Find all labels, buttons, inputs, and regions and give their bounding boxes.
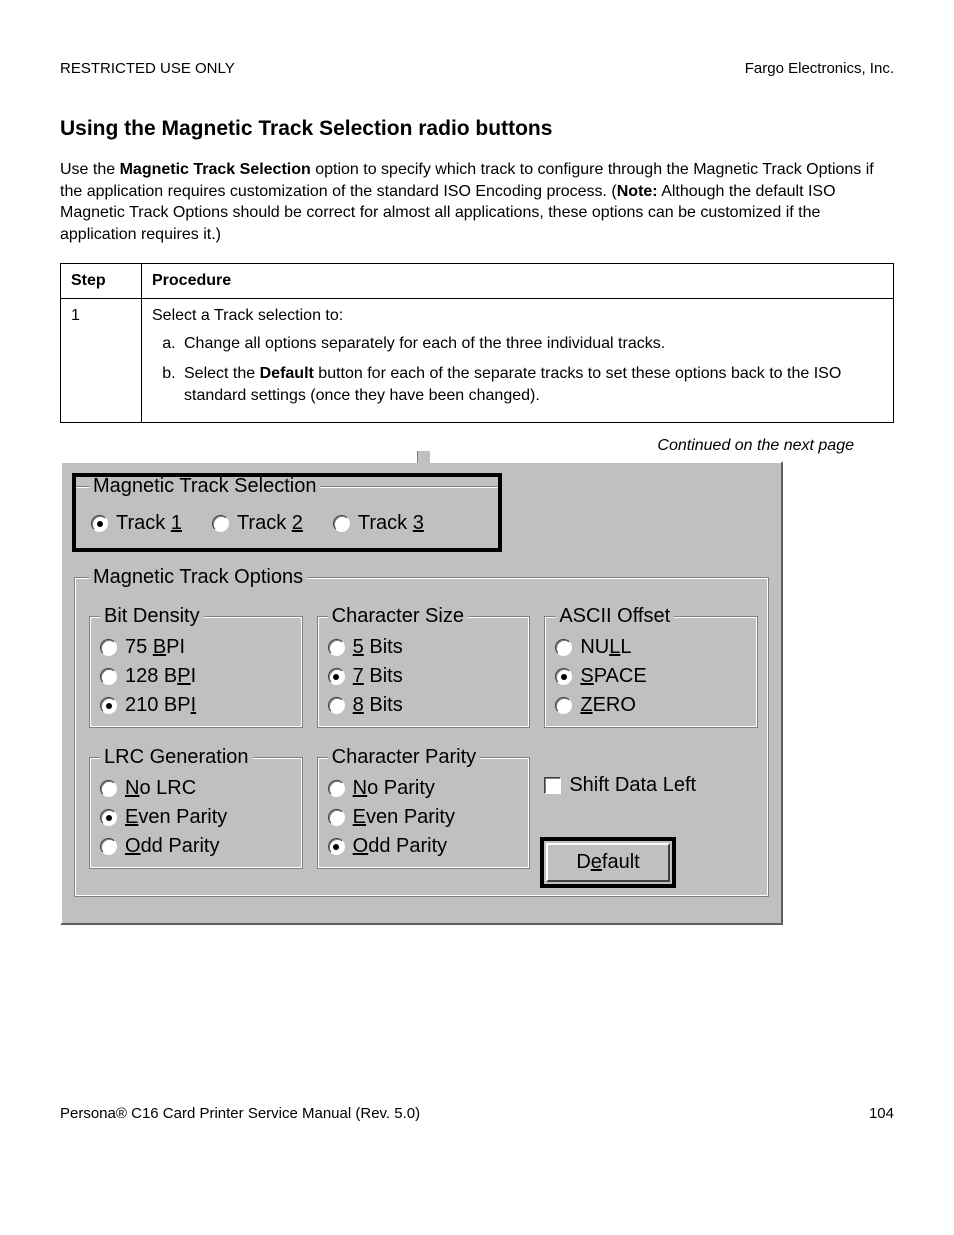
magnetic-track-selection-group: Magnetic Track Selection Track 1 Track 2… bbox=[74, 475, 500, 550]
radio-7-bits[interactable]: 7 Bits bbox=[328, 665, 522, 688]
table-row: 1 Select a Track selection to: Change al… bbox=[61, 299, 894, 423]
page-footer: Persona® C16 Card Printer Service Manual… bbox=[60, 1105, 894, 1122]
radio-parity-odd[interactable]: Odd Parity bbox=[328, 835, 522, 858]
default-button[interactable]: Default bbox=[546, 843, 669, 882]
checkbox-icon bbox=[544, 777, 561, 794]
radio-210-bpi[interactable]: 210 BPI bbox=[100, 694, 294, 717]
character-size-group: Character Size 5 Bits 7 Bits bbox=[317, 605, 531, 728]
page-number: 104 bbox=[869, 1105, 894, 1122]
radio-dot-icon bbox=[561, 674, 567, 680]
radio-dot-icon bbox=[333, 674, 339, 680]
radio-lrc-even[interactable]: Even Parity bbox=[100, 806, 294, 829]
radio-128-bpi[interactable]: 128 BPI bbox=[100, 665, 294, 688]
radio-track-1[interactable]: Track 1 bbox=[91, 512, 182, 535]
radio-75-bpi[interactable]: 75 BPI bbox=[100, 636, 294, 659]
step-table: Step Procedure 1 Select a Track selectio… bbox=[60, 263, 894, 423]
list-item: Select the Default button for each of th… bbox=[180, 363, 883, 406]
section-title: Using the Magnetic Track Selection radio… bbox=[60, 117, 894, 141]
header-right: Fargo Electronics, Inc. bbox=[745, 60, 894, 77]
radio-track-2[interactable]: Track 2 bbox=[212, 512, 303, 535]
radio-null[interactable]: NULL bbox=[555, 636, 749, 659]
step-procedure: Select a Track selection to: Change all … bbox=[142, 299, 894, 423]
radio-lrc-odd[interactable]: Odd Parity bbox=[100, 835, 294, 858]
group-legend: Magnetic Track Options bbox=[89, 566, 307, 589]
radio-zero[interactable]: ZERO bbox=[555, 694, 749, 717]
radio-dot-icon bbox=[333, 844, 339, 850]
intro-paragraph: Use the Magnetic Track Selection option … bbox=[60, 159, 894, 245]
character-parity-group: Character Parity No Parity Even Parity bbox=[317, 746, 531, 869]
radio-dot-icon bbox=[106, 815, 112, 821]
default-button-focus: Default bbox=[544, 841, 671, 884]
page-header: RESTRICTED USE ONLY Fargo Electronics, I… bbox=[60, 60, 894, 77]
group-legend: LRC Generation bbox=[100, 746, 253, 769]
radio-track-3[interactable]: Track 3 bbox=[333, 512, 424, 535]
group-legend: Character Parity bbox=[328, 746, 481, 769]
col-step-header: Step bbox=[61, 264, 142, 299]
col-procedure-header: Procedure bbox=[142, 264, 894, 299]
radio-5-bits[interactable]: 5 Bits bbox=[328, 636, 522, 659]
shift-data-left-checkbox[interactable]: Shift Data Left bbox=[544, 774, 758, 797]
bit-density-group: Bit Density 75 BPI 128 BPI bbox=[89, 605, 303, 728]
magnetic-track-options-group: Magnetic Track Options Bit Density 75 BP… bbox=[74, 566, 769, 897]
header-left: RESTRICTED USE ONLY bbox=[60, 60, 235, 77]
radio-dot-icon bbox=[97, 521, 103, 527]
continued-note: Continued on the next page bbox=[60, 437, 854, 455]
radio-parity-even[interactable]: Even Parity bbox=[328, 806, 522, 829]
group-legend: Magnetic Track Selection bbox=[89, 475, 320, 498]
radio-dot-icon bbox=[106, 703, 112, 709]
step-number: 1 bbox=[61, 299, 142, 423]
group-legend: ASCII Offset bbox=[555, 605, 674, 628]
ascii-offset-group: ASCII Offset NULL SPACE bbox=[544, 605, 758, 728]
radio-no-parity[interactable]: No Parity bbox=[328, 777, 522, 800]
radio-no-lrc[interactable]: No LRC bbox=[100, 777, 294, 800]
footer-left: Persona® C16 Card Printer Service Manual… bbox=[60, 1105, 420, 1122]
list-item: Change all options separately for each o… bbox=[180, 333, 883, 355]
radio-8-bits[interactable]: 8 Bits bbox=[328, 694, 522, 717]
lrc-generation-group: LRC Generation No LRC Even Parity bbox=[89, 746, 303, 869]
group-legend: Character Size bbox=[328, 605, 468, 628]
radio-space[interactable]: SPACE bbox=[555, 665, 749, 688]
dialog-panel: Magnetic Track Selection Track 1 Track 2… bbox=[60, 461, 783, 925]
group-legend: Bit Density bbox=[100, 605, 204, 628]
